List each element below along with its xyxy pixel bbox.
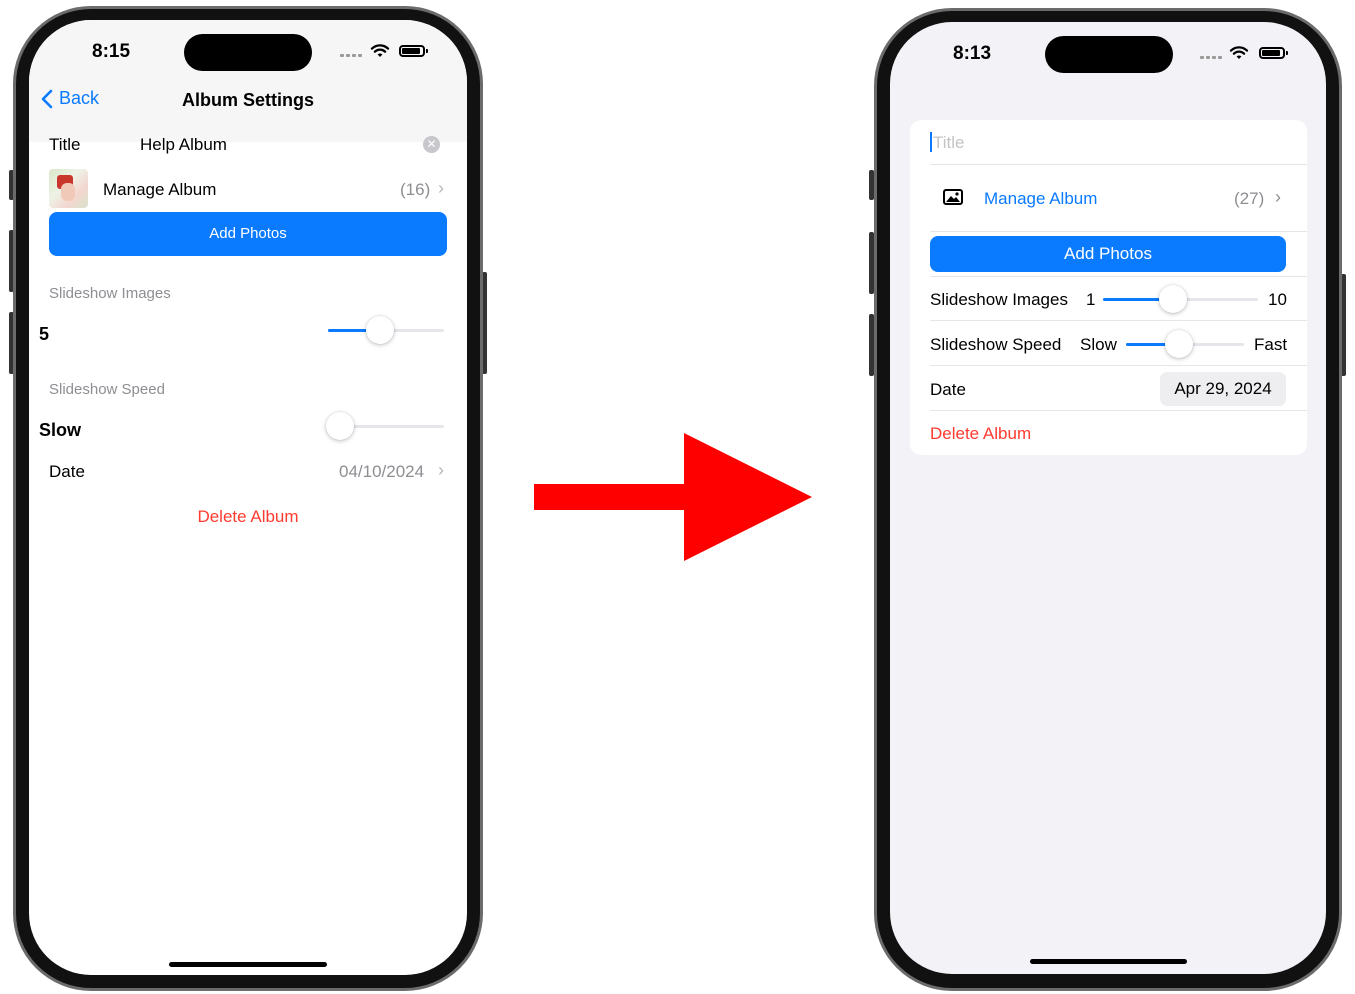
date-label: Date — [930, 380, 966, 399]
manage-album-link[interactable]: Manage Album — [984, 189, 1097, 209]
dynamic-island — [1045, 36, 1173, 73]
separator — [930, 276, 1307, 277]
date-value[interactable]: 04/10/2024 — [339, 462, 424, 482]
status-time: 8:13 — [953, 43, 992, 64]
title-input[interactable]: Title — [933, 133, 965, 153]
transition-arrow-head — [684, 433, 812, 561]
slideshow-speed-max: Fast — [1254, 335, 1288, 354]
battery-icon — [399, 45, 428, 57]
home-indicator — [1030, 959, 1187, 964]
right-phone-screen: 8:13 Title Manage Album (27) › Add Photo… — [890, 22, 1326, 974]
slideshow-images-label: Slideshow Images — [930, 290, 1068, 309]
title-label: Title — [49, 135, 81, 154]
slideshow-speed-label: Slideshow Speed — [930, 335, 1062, 354]
delete-album-button[interactable]: Delete Album — [29, 507, 467, 527]
slideshow-speed-min: Slow — [1080, 335, 1117, 354]
chevron-right-icon: › — [1275, 187, 1281, 207]
separator — [930, 164, 1307, 165]
album-thumbnail — [49, 169, 88, 208]
chevron-right-icon: › — [438, 178, 444, 198]
wifi-icon — [370, 44, 390, 57]
dynamic-island — [184, 34, 312, 71]
slideshow-images-slider-thumb[interactable] — [366, 316, 394, 344]
add-photos-button[interactable]: Add Photos — [49, 212, 447, 256]
left-phone-screen: 8:15 Back Album Settings Title Help Albu… — [29, 20, 467, 975]
manage-album-count: (27) — [1234, 189, 1265, 208]
date-picker[interactable]: Apr 29, 2024 — [1160, 372, 1286, 406]
title-field[interactable]: Help Album — [140, 135, 227, 155]
clear-icon[interactable]: ✕ — [423, 136, 440, 153]
separator — [930, 410, 1307, 411]
signal-icon — [340, 54, 362, 57]
slideshow-images-slider-thumb[interactable] — [1159, 285, 1187, 313]
slideshow-speed-value: Slow — [39, 420, 82, 440]
slideshow-images-value: 5 — [39, 324, 50, 344]
wifi-icon — [1229, 46, 1249, 59]
chevron-right-icon: › — [438, 460, 444, 480]
delete-album-button[interactable]: Delete Album — [930, 424, 1031, 444]
slideshow-speed-slider-thumb[interactable] — [326, 412, 354, 440]
slideshow-images-max: 10 — [1268, 290, 1287, 309]
manage-album-label[interactable]: Manage Album — [103, 180, 216, 200]
slideshow-speed-slider-thumb[interactable] — [1165, 330, 1193, 358]
add-photos-button[interactable]: Add Photos — [930, 236, 1286, 272]
separator — [930, 320, 1307, 321]
date-label: Date — [49, 462, 85, 481]
text-caret — [930, 132, 932, 152]
slideshow-speed-header: Slideshow Speed — [49, 381, 165, 398]
separator — [930, 231, 1307, 232]
battery-icon — [1259, 47, 1288, 59]
transition-arrow-shaft — [534, 484, 686, 510]
signal-icon — [1200, 56, 1222, 59]
status-time: 8:15 — [92, 41, 131, 62]
manage-album-count: (16) — [400, 180, 431, 199]
page-title: Album Settings — [181, 90, 314, 110]
separator — [930, 365, 1307, 366]
slideshow-images-min: 1 — [1086, 290, 1096, 309]
photo-icon — [943, 189, 963, 205]
home-indicator — [169, 962, 327, 967]
slideshow-images-header: Slideshow Images — [49, 285, 171, 302]
